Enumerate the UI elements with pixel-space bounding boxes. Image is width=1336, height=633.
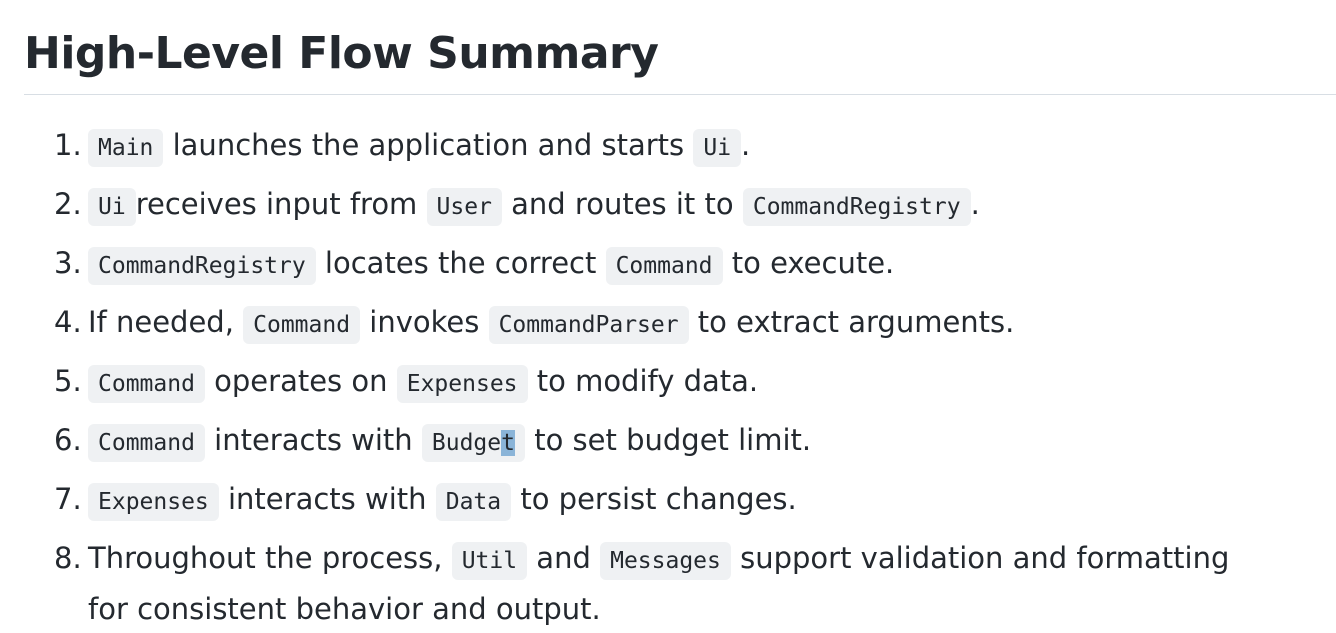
inline-code: Command	[605, 247, 723, 285]
list-number: 5.	[54, 364, 82, 398]
list-text: interacts with	[204, 423, 422, 457]
page-title: High-Level Flow Summary	[24, 28, 659, 79]
document-page: High-Level Flow Summary 1. Main launches …	[0, 0, 1336, 632]
list-item: 7. Expenses interacts with Data to persis…	[24, 475, 1268, 526]
list-text: launches the application and starts	[163, 128, 694, 162]
list-text: and routes it to	[501, 187, 743, 221]
list-number: 4.	[54, 305, 82, 339]
inline-code: Expenses	[396, 365, 528, 403]
list-number: 2.	[54, 187, 82, 221]
list-item: 8. Throughout the process, Util and Messa…	[24, 534, 1268, 633]
inline-code: Data	[435, 483, 512, 521]
list-number: 1.	[54, 128, 82, 162]
list-text: and	[527, 541, 601, 575]
inline-code: Command	[88, 365, 205, 403]
inline-code: Messages	[600, 542, 731, 580]
list-item: 1. Main launches the application and star…	[24, 121, 1268, 172]
list-item: 3. CommandRegistry locates the correct Co…	[24, 239, 1268, 290]
list-item: 4. If needed, Command invokes CommandPars…	[24, 298, 1268, 349]
flow-steps-list: 1. Main launches the application and star…	[24, 121, 1336, 633]
inline-code: CommandRegistry	[742, 188, 971, 226]
inline-code: Util	[451, 542, 528, 580]
inline-code: Ui	[693, 129, 742, 167]
list-text: invokes	[360, 305, 489, 339]
inline-code: Main	[88, 129, 164, 167]
list-text: .	[741, 128, 751, 162]
list-number: 3.	[54, 246, 82, 280]
list-text: Throughout the process,	[88, 541, 452, 575]
list-item: 6. Command interacts with Budget to set b…	[24, 416, 1268, 467]
inline-code: Command	[88, 424, 205, 462]
inline-code: User	[426, 188, 502, 226]
list-text: locates the correct	[315, 246, 606, 280]
inline-code: CommandRegistry	[88, 247, 316, 285]
list-item: 5. Command operates on Expenses to modify…	[24, 357, 1268, 408]
list-number: 8.	[54, 541, 82, 575]
list-text: .	[970, 187, 980, 221]
list-text: to set budget limit.	[525, 423, 812, 457]
list-text: interacts with	[218, 482, 436, 516]
heading-divider	[24, 94, 1336, 95]
inline-code: Budget	[421, 424, 525, 462]
list-text: operates on	[204, 364, 397, 398]
list-text: to execute.	[722, 246, 895, 280]
inline-code: Expenses	[88, 483, 219, 521]
text-selection-highlight: t	[501, 430, 515, 456]
list-text: to persist changes.	[511, 482, 797, 516]
list-item: 2. Ui receives input from User and routes …	[24, 180, 1268, 231]
inline-code: Command	[243, 306, 361, 344]
list-text: receives input from	[135, 187, 427, 221]
list-number: 6.	[54, 423, 82, 457]
inline-code: Ui	[88, 188, 136, 226]
list-text: to modify data.	[527, 364, 759, 398]
list-text: If needed,	[88, 305, 244, 339]
list-text: to extract arguments.	[688, 305, 1015, 339]
list-number: 7.	[54, 482, 82, 516]
inline-code: CommandParser	[488, 306, 689, 344]
